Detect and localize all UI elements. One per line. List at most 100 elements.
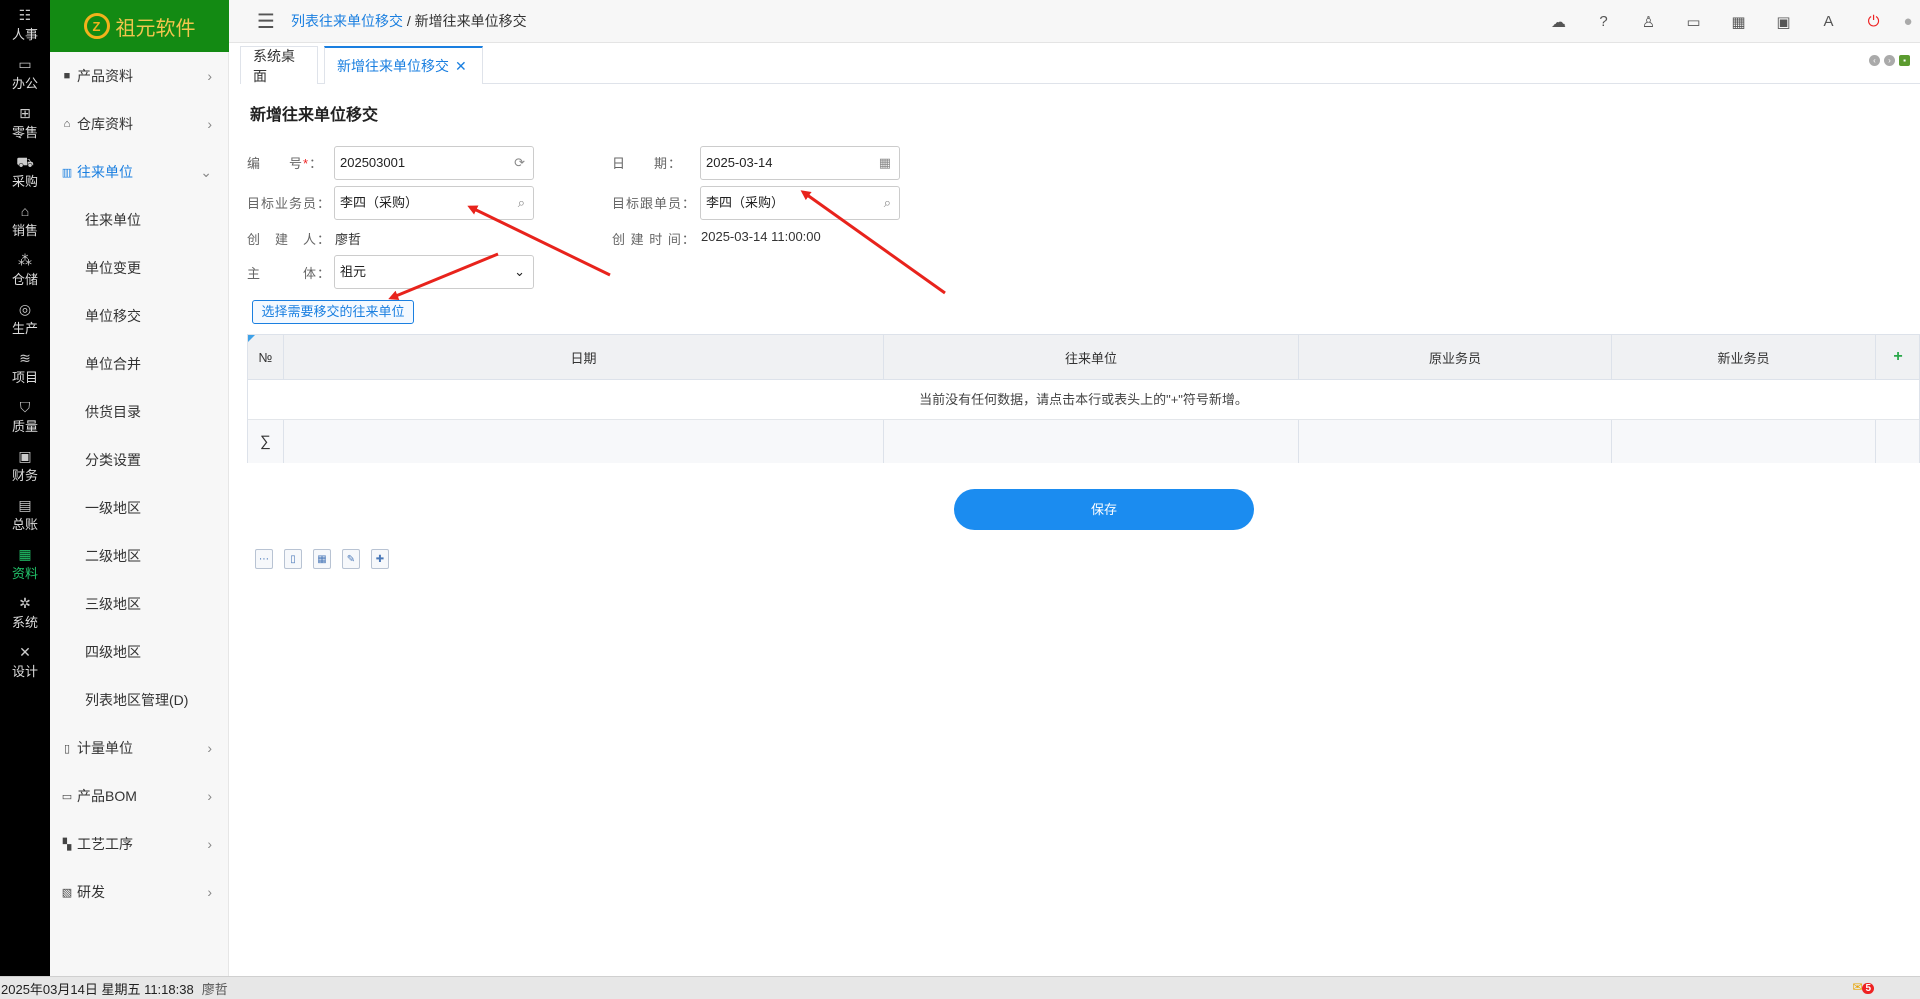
module-finance[interactable]: ▣ 财务 [0,441,50,490]
sidebar-sub-item[interactable]: 单位合并 [50,340,228,388]
sidebar-group[interactable]: ▥ 往来单位 ⌄ [50,148,228,196]
column-header: 往来单位 [884,335,1299,379]
sidebar-group-label: 产品BOM [77,788,137,804]
empty-row[interactable]: 当前没有任何数据，请点击本行或表头上的"+"符号新增。 [248,380,1919,420]
sidebar-group[interactable]: ■ 产品资料 › [50,52,228,100]
module-data[interactable]: ▦ 资料 [0,539,50,588]
tab-new-transfer[interactable]: 新增往来单位移交 ✕ [324,46,483,84]
date-input[interactable]: 2025-03-14 ▦ [700,146,900,180]
sidebar-sub-item[interactable]: 二级地区 [50,532,228,580]
store-icon: ⊞ [19,104,31,121]
grid-header: № 日期 往来单位 原业务员 新业务员 + [248,335,1919,380]
shirt-icon[interactable]: ♙ [1626,13,1671,31]
module-ledger[interactable]: ▤ 总账 [0,490,50,539]
sidebar-sub-item[interactable]: 列表地区管理(D) [50,676,228,724]
target-follower-value: 李四（采购） [706,195,785,210]
module-layers[interactable]: ≋ 项目 [0,343,50,392]
chevron-down-icon: ⌄ [200,163,212,180]
tab-menu-icon[interactable]: ▪ [1899,55,1910,66]
chevron-down-icon: ⌄ [514,264,525,279]
unit-icon: ▯ [63,742,71,755]
module-shop[interactable]: ⌂ 销售 [0,196,50,245]
add-row-icon[interactable]: + [1876,335,1920,379]
power-icon[interactable]: ⏻ [1851,13,1896,30]
target-follower-input[interactable]: 李四（采购） ⌕ [700,186,900,220]
select-partners-button[interactable]: 选择需要移交的往来单位 [252,300,414,324]
tab-next-icon[interactable]: › [1884,55,1895,66]
module-label: 财务 [11,467,38,483]
sidebar-group[interactable]: ▧ 研发 › [50,868,228,916]
breadcrumb-separator: / [403,13,415,29]
chevron-right-icon: › [207,836,212,852]
chevron-right-icon: › [207,788,212,804]
module-truck[interactable]: ⛟ 采购 [0,147,50,196]
sidebar-group[interactable]: ▭ 产品BOM › [50,772,228,820]
font-icon[interactable]: A [1806,13,1851,30]
entity-select[interactable]: 祖元 ⌄ [334,255,534,289]
entity-value: 祖元 [340,264,367,279]
module-tools[interactable]: ✕ 设计 [0,637,50,686]
sidebar-sub-item[interactable]: 往来单位 [50,196,228,244]
sidebar-group-label: 研发 [77,884,105,900]
user-avatar-icon[interactable]: ● [1896,13,1920,30]
tab-prev-icon[interactable]: ‹ [1869,55,1880,66]
module-shield[interactable]: ⛉ 质量 [0,392,50,441]
tab-system-desk[interactable]: 系统桌面 [240,46,318,84]
module-label: 设计 [11,663,38,679]
target-salesman-input[interactable]: 李四（采购） ⌕ [334,186,534,220]
code-label: 编 号*： [247,156,324,171]
create-time-label: 创 建 时 间： [612,232,696,247]
calendar-icon[interactable]: ▦ [879,147,891,179]
sidebar-group[interactable]: ▚ 工艺工序 › [50,820,228,868]
module-label: 生产 [11,320,38,336]
sidebar-sub-item[interactable]: 单位变更 [50,244,228,292]
gear-icon: ✲ [19,594,31,611]
save-button[interactable]: 保存 [954,489,1254,530]
code-input[interactable]: 202503001 ⟳ [334,146,534,180]
screen-icon[interactable]: ▭ [1671,13,1716,31]
module-store[interactable]: ⊞ 零售 [0,98,50,147]
tab-bar: 系统桌面 新增往来单位移交 ✕ ‹ › ▪ [240,43,1920,84]
bom-icon: ▭ [61,790,73,803]
sidebar-sub-item[interactable]: 供货目录 [50,388,228,436]
module-gear[interactable]: ✲ 系统 [0,588,50,637]
breadcrumb-link[interactable]: 列表往来单位移交 [291,13,403,29]
sidebar-sub-item[interactable]: 分类设置 [50,436,228,484]
sidebar-sub-item[interactable]: 三级地区 [50,580,228,628]
sidebar-sub-item[interactable]: 一级地区 [50,484,228,532]
column-header: 新业务员 [1612,335,1876,379]
code-value: 202503001 [340,155,406,170]
select-all-icon[interactable]: ⋯ [255,549,273,569]
top-toolbar: ☁? ♙ ▭ ▦ ▣ A ⏻ ● [1536,0,1920,43]
tab-nav: ‹ › ▪ [1869,55,1910,66]
refresh-icon[interactable]: ⟳ [514,147,525,179]
status-user: 廖哲 [201,981,228,997]
search-icon[interactable]: ⌕ [884,187,891,219]
module-warehouse[interactable]: ⁂ 仓储 [0,245,50,294]
entity-label: 主 体： [247,266,332,281]
home-icon: ⌂ [63,118,71,130]
column-header: 日期 [284,335,884,379]
module-fingerprint[interactable]: ◎ 生产 [0,294,50,343]
search-icon[interactable]: ⌕ [518,187,525,219]
module-people[interactable]: ☷ 人事 [0,0,50,49]
message-icon[interactable]: ✉ 5 [1852,980,1874,994]
help-icon[interactable]: ? [1581,13,1626,30]
module-monitor[interactable]: ▭ 办公 [0,49,50,98]
sidebar-group[interactable]: ▯ 计量单位 › [50,724,228,772]
tab-label: 新增往来单位移交 [337,58,449,74]
module-label: 资料 [11,565,38,581]
calendar-icon[interactable]: ▣ [1761,13,1806,31]
ledger-icon: ▤ [18,496,32,513]
grid-icon[interactable]: ▦ [1716,13,1761,31]
close-icon[interactable]: ✕ [455,58,467,75]
blank-page-icon[interactable]: ▯ [284,549,302,569]
menu-toggle-icon[interactable]: ☰ [257,9,279,34]
sidebar-sub-item[interactable]: 四级地区 [50,628,228,676]
sidebar-group[interactable]: ⌂ 仓库资料 › [50,100,228,148]
cloud-icon[interactable]: ☁ [1536,13,1581,31]
add-rows-icon[interactable]: ✚ [371,549,389,569]
sidebar-sub-item[interactable]: 单位移交 [50,292,228,340]
edit-icon[interactable]: ✎ [342,549,360,569]
table-icon[interactable]: ▦ [313,549,331,569]
